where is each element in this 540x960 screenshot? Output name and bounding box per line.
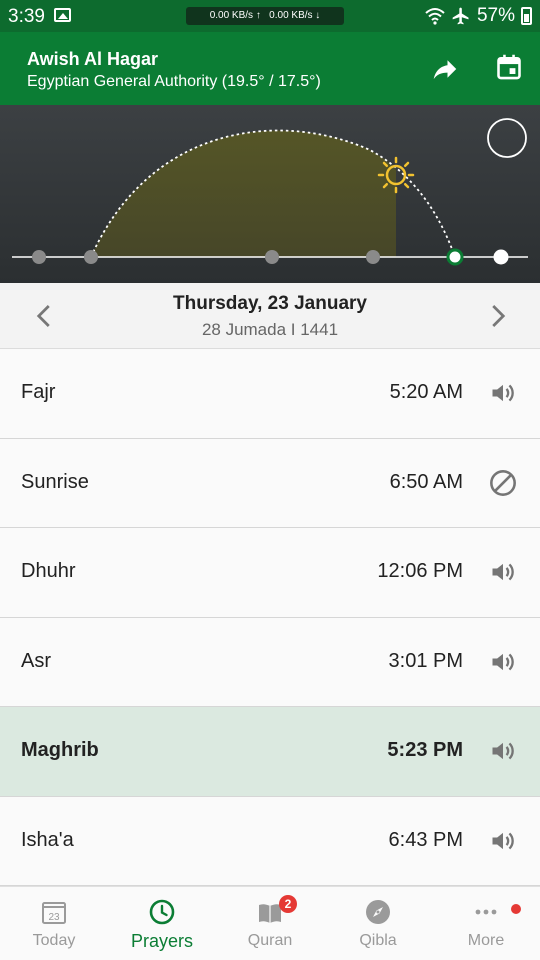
prayer-row-fajr[interactable]: Fajr 5:20 AM [0, 349, 540, 439]
prayer-row-dhuhr[interactable]: Dhuhr 12:06 PM [0, 528, 540, 618]
tab-today[interactable]: 23 Today [0, 887, 108, 960]
prayer-name: Sunrise [21, 470, 89, 493]
tab-qibla[interactable]: Qibla [324, 887, 432, 960]
prayer-time: 5:23 PM [387, 739, 463, 761]
marker-fajr [32, 250, 46, 264]
net-down: 0.00 KB/s ↓ [269, 10, 321, 21]
prayer-time: 6:50 AM [389, 470, 463, 493]
tab-label: Qibla [359, 932, 397, 949]
prayer-name: Fajr [21, 381, 56, 403]
calendar-day-icon: 23 [42, 902, 66, 924]
tab-more[interactable]: More [432, 887, 540, 960]
calculation-method[interactable]: Egyptian General Authority (19.5° / 17.5… [27, 73, 321, 91]
hijri-date: 28 Jumada I 1441 [201, 320, 339, 339]
compass-icon [366, 900, 390, 924]
status-time: 3:39 [8, 6, 45, 27]
chevron-right-icon[interactable] [482, 301, 512, 331]
battery-percent: 57% [476, 5, 515, 26]
app-bar: Awish Al Hagar Egyptian General Authorit… [0, 32, 540, 105]
net-up: 0.00 KB/s ↑ [209, 10, 261, 21]
tab-label: Today [32, 932, 76, 949]
speaker-icon[interactable] [489, 737, 517, 765]
marker-maghrib [446, 248, 464, 266]
calendar-icon[interactable] [495, 52, 523, 82]
prayer-name: Asr [21, 649, 51, 672]
location-title[interactable]: Awish Al Hagar [27, 49, 158, 70]
marker-dhuhr [265, 250, 279, 264]
speaker-icon[interactable] [489, 379, 517, 407]
share-icon[interactable] [430, 54, 460, 84]
prayer-name: Isha'a [21, 828, 74, 851]
marker-asr [366, 250, 380, 264]
wifi-icon [425, 8, 445, 25]
speaker-icon[interactable] [489, 558, 517, 586]
prayer-time: 6:43 PM [388, 828, 463, 851]
prayer-row-ishaa[interactable]: Isha'a 6:43 PM [0, 796, 540, 886]
speaker-icon[interactable] [489, 648, 517, 676]
battery-icon [521, 7, 532, 25]
gregorian-date[interactable]: Thursday, 23 January [0, 293, 540, 315]
prayer-time: 5:20 AM [389, 381, 463, 403]
tab-label: Quran [247, 932, 293, 949]
sun-arc [12, 118, 528, 266]
speaker-icon[interactable] [489, 827, 517, 855]
moon-icon [487, 118, 527, 158]
image-notification-icon [54, 8, 71, 22]
clock-icon [149, 899, 175, 925]
sun-path-panel [0, 105, 540, 283]
prayer-time: 12:06 PM [377, 560, 463, 582]
bottom-navigation: 23 Today Prayers 2 Quran Qibla More [0, 886, 540, 960]
prayer-time: 3:01 PM [388, 649, 463, 672]
tab-quran[interactable]: 2 Quran [216, 887, 324, 960]
date-navigator: Thursday, 23 January 28 Jumada I 1441 [0, 283, 540, 349]
marker-ishaa [493, 249, 509, 265]
airplane-icon [452, 7, 469, 25]
tab-label: Prayers [130, 931, 193, 951]
prayer-name: Maghrib [21, 739, 99, 761]
prayer-list: Fajr 5:20 AM Sunrise 6:50 AM Dhuhr 12:06… [0, 349, 540, 886]
notification-dot [511, 904, 521, 914]
status-right: 57% [425, 5, 532, 27]
status-bar: 3:39 0.00 KB/s ↑ 0.00 KB/s ↓ 57% [0, 0, 540, 32]
prayer-row-sunrise[interactable]: Sunrise 6:50 AM [0, 438, 540, 528]
tab-label: More [467, 932, 505, 949]
tab-prayers[interactable]: Prayers [108, 887, 216, 960]
prayer-row-maghrib[interactable]: Maghrib 5:23 PM [0, 707, 540, 797]
muted-icon[interactable] [489, 469, 517, 497]
marker-sunrise [84, 250, 98, 264]
more-dots-icon [475, 909, 497, 915]
quran-badge: 2 [279, 895, 297, 913]
prayer-name: Dhuhr [21, 560, 76, 582]
calendar-day-number: 23 [48, 912, 60, 923]
prayer-row-asr[interactable]: Asr 3:01 PM [0, 617, 540, 707]
network-speed: 0.00 KB/s ↑ 0.00 KB/s ↓ [186, 7, 344, 25]
